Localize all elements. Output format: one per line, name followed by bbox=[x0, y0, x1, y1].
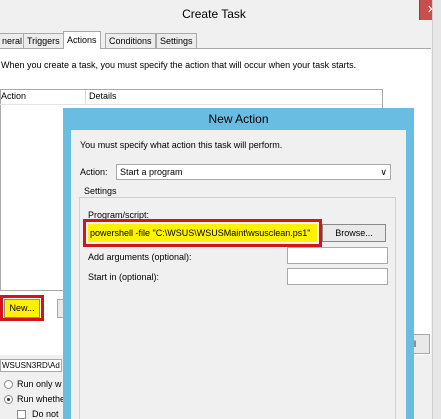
start-in-input[interactable] bbox=[287, 268, 388, 285]
tab-conditions[interactable]: Conditions bbox=[105, 33, 156, 48]
actions-intro-text: When you create a task, you must specify… bbox=[1, 60, 357, 70]
add-arguments-label: Add arguments (optional): bbox=[88, 252, 192, 262]
run-only-label: Run only w bbox=[17, 379, 62, 389]
run-whether-logged-on-radio[interactable] bbox=[4, 395, 13, 404]
run-only-logged-on-radio[interactable] bbox=[4, 380, 13, 389]
add-arguments-input[interactable] bbox=[287, 247, 388, 264]
tab-triggers[interactable]: Triggers bbox=[23, 33, 64, 48]
tab-actions[interactable]: Actions bbox=[63, 31, 101, 49]
action-label: Action: bbox=[80, 167, 108, 177]
tab-settings[interactable]: Settings bbox=[156, 33, 197, 48]
action-select-value: Start a program bbox=[120, 167, 183, 177]
chevron-down-icon[interactable]: ∨ bbox=[380, 165, 387, 179]
user-account-field[interactable]: WSUSN3RD\Ad bbox=[0, 359, 62, 372]
column-header-details[interactable]: Details bbox=[89, 91, 117, 101]
new-button[interactable]: New... bbox=[4, 299, 40, 318]
do-not-store-label: Do not bbox=[32, 409, 59, 419]
settings-label: Settings bbox=[84, 186, 117, 196]
new-action-intro-text: You must specify what action this task w… bbox=[80, 140, 283, 150]
do-not-store-password-checkbox[interactable] bbox=[17, 410, 26, 419]
action-select[interactable]: Start a program ∨ bbox=[116, 164, 391, 180]
start-in-label: Start in (optional): bbox=[88, 272, 160, 282]
browse-button[interactable]: Browse... bbox=[322, 224, 386, 242]
create-task-title: Create Task bbox=[182, 7, 246, 21]
new-action-title: New Action bbox=[208, 112, 269, 126]
header-divider bbox=[0, 104, 382, 105]
program-script-input[interactable]: powershell -file "C:\WSUS\WSUSMaint\wsus… bbox=[88, 224, 317, 242]
column-header-action[interactable]: Action bbox=[1, 91, 26, 101]
column-divider bbox=[85, 90, 86, 103]
run-whether-label: Run whethe bbox=[17, 394, 66, 404]
window-edge bbox=[432, 0, 441, 419]
